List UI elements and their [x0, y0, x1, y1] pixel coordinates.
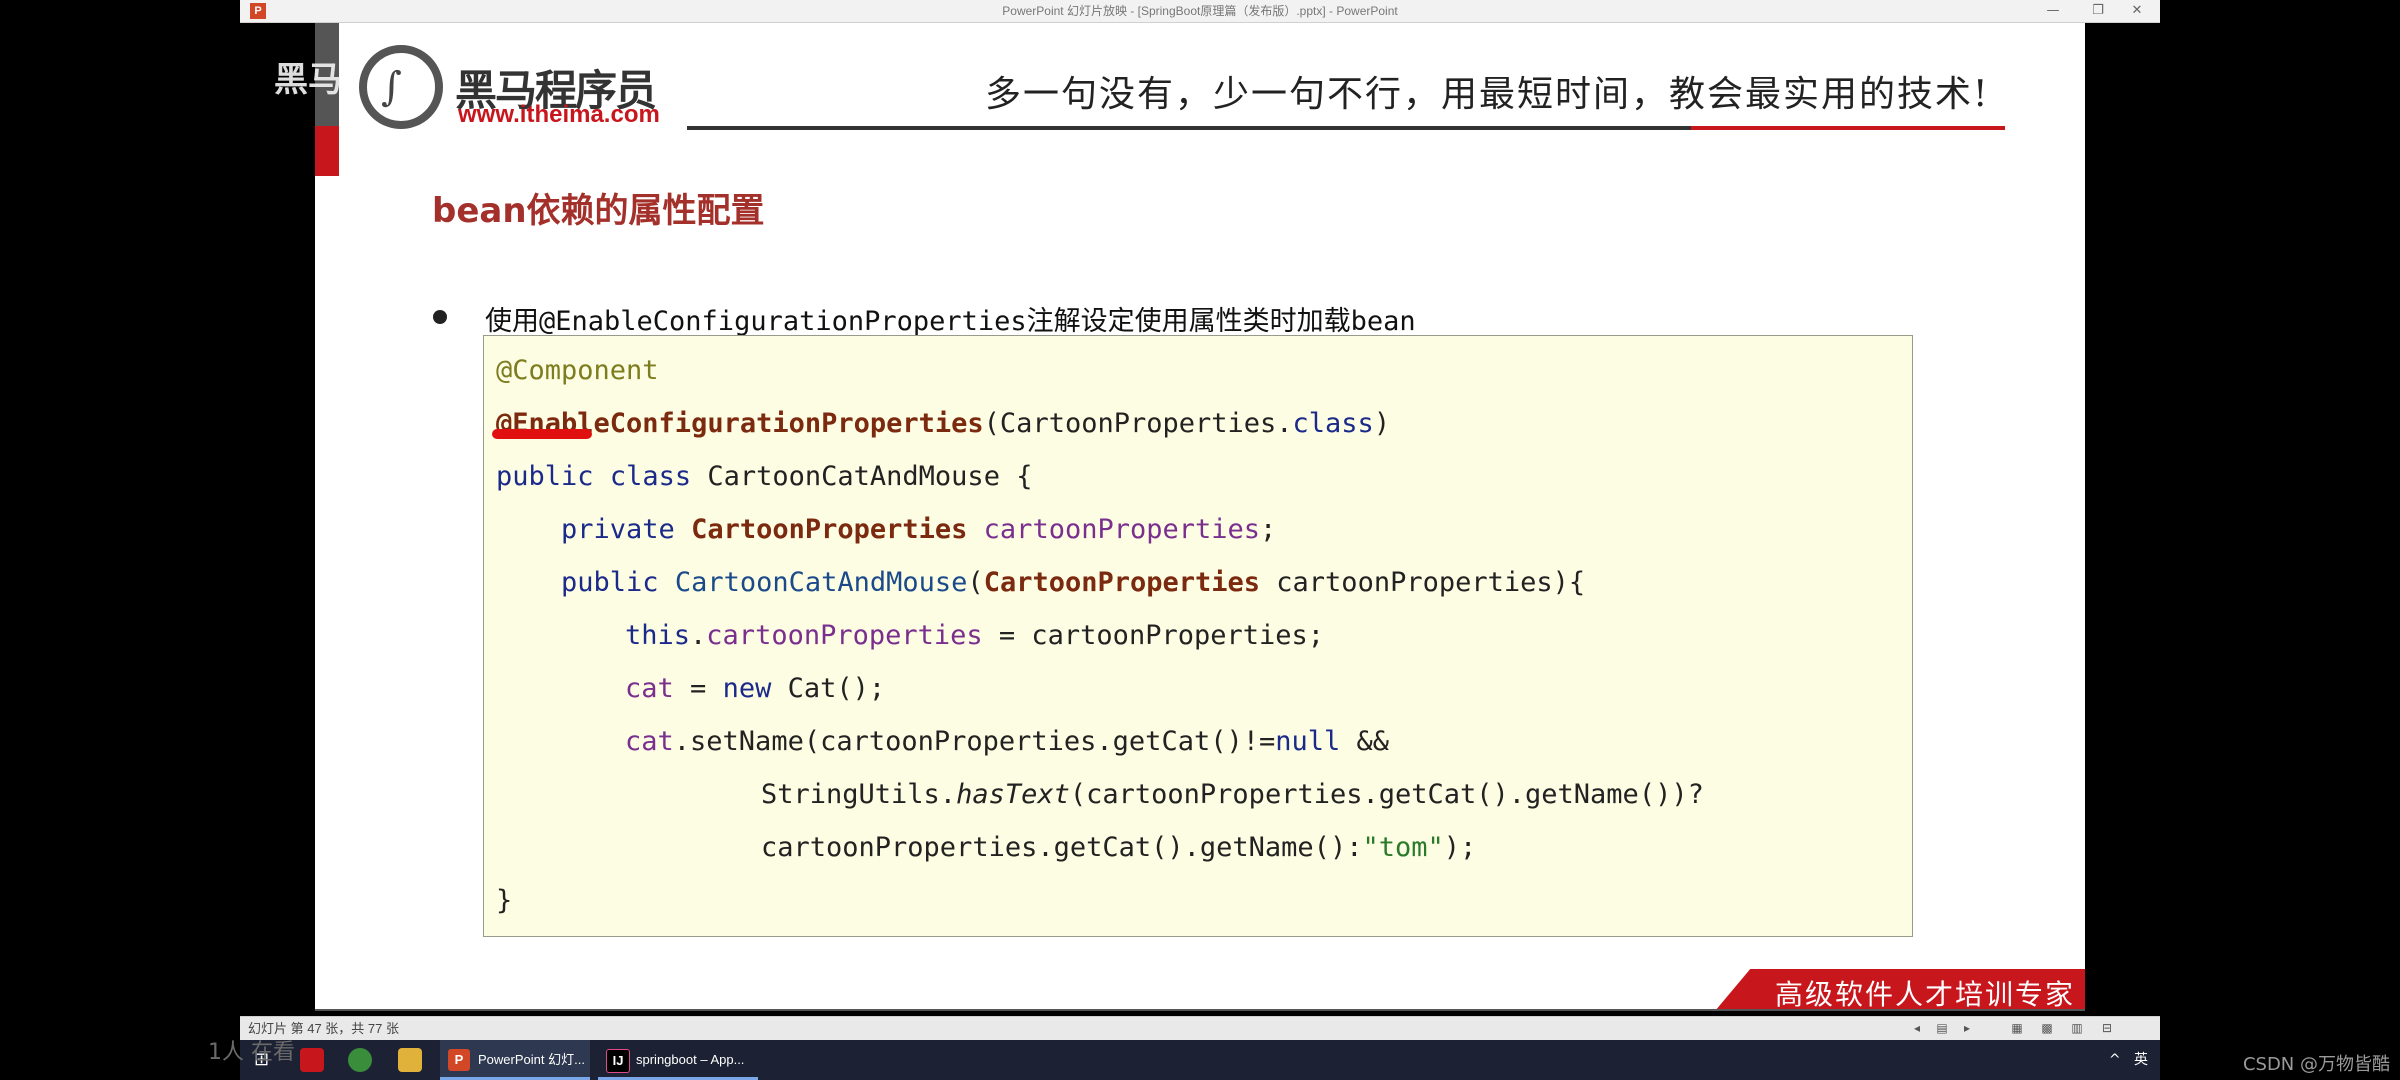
code-line: }: [496, 884, 512, 918]
chrome-icon[interactable]: [348, 1048, 372, 1072]
taskbar-app-intellij[interactable]: IJ springboot – App...: [598, 1040, 758, 1080]
code-token: ;: [1260, 514, 1277, 545]
taskbar-app-label: PowerPoint 幻灯...: [478, 1052, 585, 1067]
keyword: public: [496, 461, 594, 492]
code-token: (CartoonProperties.: [983, 408, 1293, 439]
string-literal: "tom": [1362, 832, 1444, 863]
tray-chevron-icon[interactable]: ^: [2109, 1052, 2121, 1068]
header-divider-accent: [1691, 126, 2005, 130]
code-line: @EnableConfigurationProperties(CartoonPr…: [496, 407, 1390, 441]
code-token: (cartoonProperties.getCat().getName())?: [1069, 779, 1704, 810]
code-line: private CartoonProperties cartoonPropert…: [561, 513, 1276, 547]
code-line: public class CartoonCatAndMouse {: [496, 460, 1032, 494]
code-token: Cat();: [771, 673, 886, 704]
code-line: public CartoonCatAndMouse(CartoonPropert…: [561, 566, 1585, 600]
keyword: this: [625, 620, 691, 651]
sorter-view-icon[interactable]: ▩: [2040, 1021, 2054, 1035]
code-token: ): [1373, 408, 1391, 439]
type-name: CartoonProperties: [691, 514, 968, 545]
keyword: null: [1275, 726, 1341, 757]
code-token: (: [967, 567, 984, 598]
field-name: cat: [625, 673, 674, 704]
window-titlebar: P PowerPoint 幻灯片放映 - [SpringBoot原理篇（发布版）…: [240, 0, 2160, 23]
code-line: cat.setName(cartoonProperties.getCat()!=…: [625, 725, 1389, 759]
annotation-underline-mark: [492, 429, 592, 439]
keyword: public: [561, 567, 659, 598]
code-block: @Component @EnableConfigurationPropertie…: [483, 335, 1913, 937]
keyword: class: [609, 461, 692, 492]
code-token: &&: [1340, 726, 1390, 757]
footer-tagline: 高级软件人才培训专家: [1775, 978, 2076, 1011]
code-token: .: [690, 620, 707, 651]
logo-strip-accent: [315, 126, 339, 176]
code-line: cat = new Cat();: [625, 672, 885, 706]
bullet-text: 使用@EnableConfigurationProperties注解设定使用属性…: [485, 306, 1416, 337]
slide-title: bean依赖的属性配置: [432, 191, 765, 231]
viewer-count: 1人 在看: [208, 1040, 295, 1065]
slide-slogan: 多一句没有，少一句不行，用最短时间，教会最实用的技术!: [985, 74, 1990, 115]
intellij-icon: IJ: [606, 1049, 630, 1073]
normal-view-icon[interactable]: ▦: [2010, 1021, 2024, 1035]
bullet-icon: [433, 310, 447, 324]
code-token: cartoonProperties){: [1260, 567, 1586, 598]
code-token: CartoonCatAndMouse {: [691, 461, 1033, 492]
code-token: cartoonProperties.getCat().getName():: [761, 832, 1363, 863]
csdn-watermark: CSDN @万物皆酷: [2242, 1054, 2390, 1075]
horse-mark: ∫: [381, 64, 402, 110]
static-method-name: hasText: [956, 779, 1070, 810]
taskbar: ⊞ P PowerPoint 幻灯... IJ springboot – App…: [240, 1040, 2160, 1080]
next-slide-icon[interactable]: ▸: [1960, 1021, 1974, 1035]
code-line: cartoonProperties.getCat().getName():"to…: [761, 831, 1476, 865]
taskbar-app-label: springboot – App...: [636, 1052, 745, 1067]
footer-divider: [315, 1009, 2085, 1011]
slideshow-view-icon[interactable]: ⊟: [2100, 1021, 2114, 1035]
code-line: this.cartoonProperties = cartoonProperti…: [625, 619, 1324, 653]
code-line: StringUtils.hasText(cartoonProperties.ge…: [761, 778, 1704, 812]
horse-logo-icon: ∫: [359, 45, 443, 129]
previous-slide-icon[interactable]: ◂: [1910, 1021, 1924, 1035]
slide[interactable]: ∫ 黑马程序员 www.itheima.com 多一句没有，少一句不行，用最短时…: [315, 23, 2085, 1011]
app-icon[interactable]: [300, 1048, 324, 1072]
code-token: = cartoonProperties;: [982, 620, 1325, 651]
code-token: );: [1443, 832, 1477, 863]
code-token: StringUtils.: [761, 779, 957, 810]
taskbar-app-powerpoint[interactable]: P PowerPoint 幻灯...: [440, 1040, 590, 1080]
code-line: @Component: [496, 354, 659, 388]
powerpoint-icon: P: [448, 1049, 470, 1071]
file-explorer-icon[interactable]: [398, 1048, 422, 1072]
status-bar: 幻灯片 第 47 张，共 77 张 ◂ ▤ ▸ ▦ ▩ ▥ ⊟: [240, 1016, 2160, 1041]
video-brand-overlay: 黑马: [274, 60, 342, 100]
annotation-component: @Component: [496, 355, 659, 386]
field-name: cat: [625, 726, 674, 757]
type-name: CartoonProperties: [983, 567, 1261, 598]
window-title: PowerPoint 幻灯片放映 - [SpringBoot原理篇（发布版）.p…: [1002, 4, 1398, 18]
reading-view-icon[interactable]: ▥: [2070, 1021, 2084, 1035]
ime-indicator[interactable]: 英: [2134, 1052, 2148, 1068]
keyword: new: [722, 673, 772, 704]
code-token: }: [496, 885, 513, 916]
field-name: cartoonProperties: [983, 514, 1261, 545]
logo-url: www.itheima.com: [458, 101, 660, 128]
code-token: .setName(cartoonProperties.getCat()!=: [673, 726, 1276, 757]
slide-menu-icon[interactable]: ▤: [1935, 1021, 1949, 1035]
minimize-button[interactable]: —: [2030, 0, 2076, 22]
close-button[interactable]: ✕: [2114, 0, 2160, 22]
constructor-name: CartoonCatAndMouse: [674, 567, 968, 598]
keyword: private: [561, 514, 675, 545]
keyword: class: [1292, 408, 1374, 439]
system-tray[interactable]: ^ 英: [2109, 1040, 2148, 1080]
code-token: =: [673, 673, 723, 704]
field-name: cartoonProperties: [706, 620, 983, 651]
